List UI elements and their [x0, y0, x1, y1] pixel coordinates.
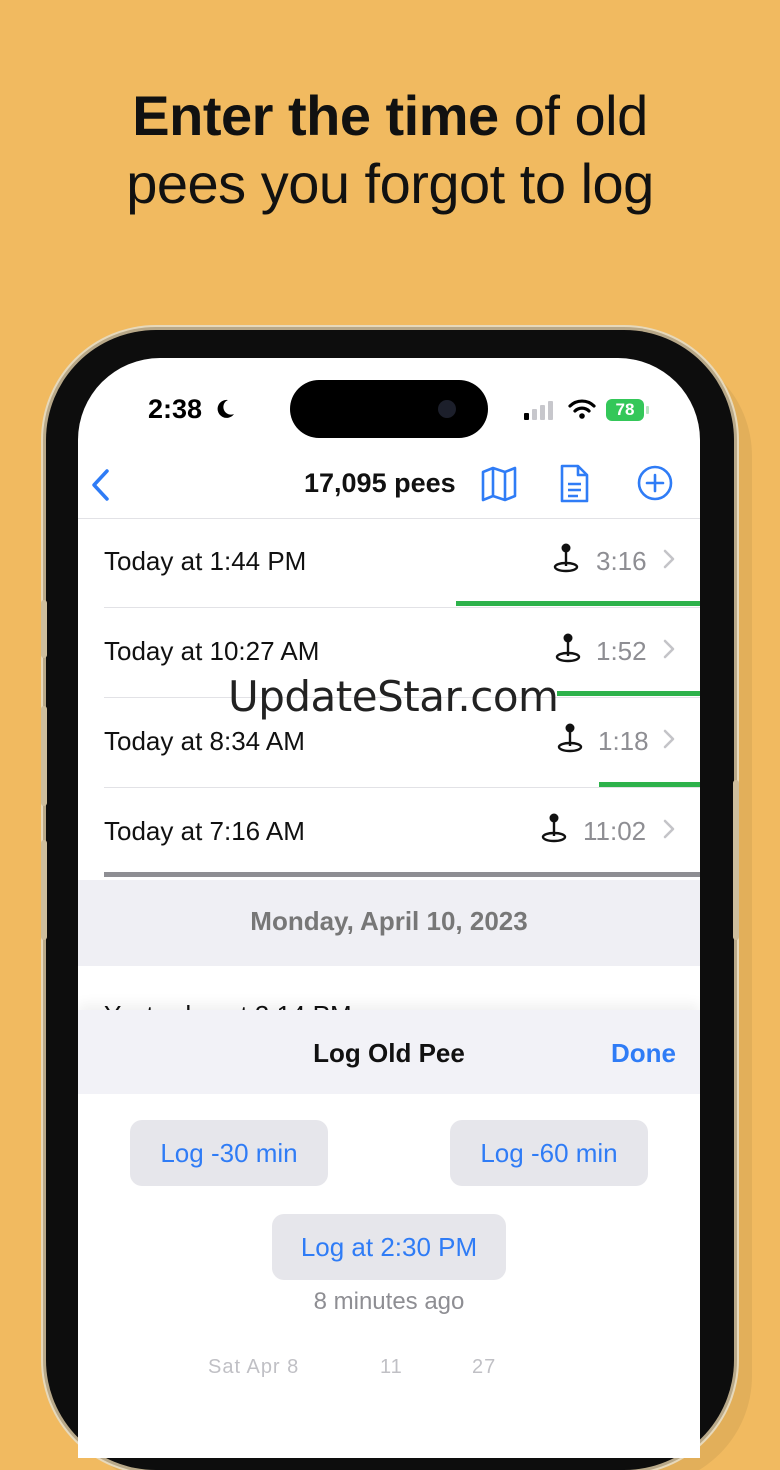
nav-title: 17,095 pees — [304, 468, 456, 498]
add-circle-icon[interactable] — [636, 464, 674, 502]
log-at-time-button[interactable]: Log at 2:30 PM — [272, 1214, 506, 1280]
log-minus-30-button[interactable]: Log -30 min — [130, 1120, 328, 1186]
status-time: 2:38 — [148, 394, 203, 424]
list-item-duration: 3:16 — [596, 546, 647, 576]
log-old-pee-sheet: Log Old Pee Done Log -30 min Log -60 min… — [78, 1010, 700, 1458]
section-title: Monday, April 10, 2023 — [250, 906, 528, 936]
headline-rest: of old — [498, 84, 649, 147]
battery-cap — [646, 406, 649, 414]
phone-side-button — [41, 600, 47, 658]
chevron-right-icon — [663, 639, 675, 659]
duration-bar — [599, 782, 700, 787]
headline: Enter the time of old pees you forgot to… — [0, 82, 780, 218]
time-ago-label: 8 minutes ago — [313, 1288, 465, 1315]
list-item-duration: 1:52 — [596, 636, 647, 666]
phone-power-button — [733, 780, 739, 940]
picker-hour[interactable]: 11 — [380, 1356, 403, 1379]
camera-icon — [438, 400, 456, 418]
done-button[interactable]: Done — [611, 1038, 676, 1069]
back-chevron-icon[interactable] — [90, 468, 112, 502]
headline-bold: Enter the time — [132, 84, 499, 147]
battery-level: 78 — [606, 399, 644, 421]
signal-icon — [524, 401, 553, 420]
date-time-picker[interactable]: Sat Apr 8 11 27 — [78, 1344, 700, 1384]
location-pin-icon — [557, 723, 583, 753]
list-item-label: Today at 1:44 PM — [104, 546, 307, 576]
app-screen: 2:38 78 17,095 pees Today at 1:44 PM 3:1… — [78, 358, 700, 1458]
duration-bar — [557, 691, 700, 696]
list-item-label: Today at 7:16 AM — [104, 816, 305, 846]
sheet-title: Log Old Pee — [313, 1038, 465, 1068]
location-pin-icon — [553, 543, 579, 573]
picker-date[interactable]: Sat Apr 8 — [208, 1356, 299, 1379]
phone-volume-up — [41, 706, 47, 806]
duration-bar — [456, 601, 700, 606]
headline-line2: pees you forgot to log — [126, 152, 654, 215]
moon-icon — [217, 399, 234, 418]
phone-volume-down — [41, 840, 47, 940]
location-pin-icon — [541, 813, 567, 843]
navigation-bar: 17,095 pees — [78, 456, 700, 516]
map-icon[interactable] — [480, 466, 518, 502]
list-item-label: Today at 10:27 AM — [104, 636, 320, 666]
chevron-right-icon — [663, 729, 675, 749]
picker-minute[interactable]: 27 — [472, 1356, 496, 1379]
location-pin-icon — [555, 633, 581, 663]
list-item-duration: 11:02 — [583, 816, 647, 846]
chevron-right-icon — [663, 549, 675, 569]
list-item[interactable]: Today at 7:16 AM 11:02 — [78, 788, 700, 878]
wifi-icon — [568, 399, 596, 419]
duration-bar-full — [104, 872, 700, 877]
log-minus-60-button[interactable]: Log -60 min — [450, 1120, 648, 1186]
list-item[interactable]: Today at 1:44 PM 3:16 — [78, 518, 700, 608]
list-item-duration: 1:18 — [598, 726, 649, 756]
dynamic-island — [290, 380, 488, 438]
document-icon[interactable] — [558, 464, 590, 504]
chevron-right-icon — [663, 819, 675, 839]
watermark: UpdateStar.com — [228, 672, 559, 721]
list-item-label: Today at 8:34 AM — [104, 726, 305, 756]
